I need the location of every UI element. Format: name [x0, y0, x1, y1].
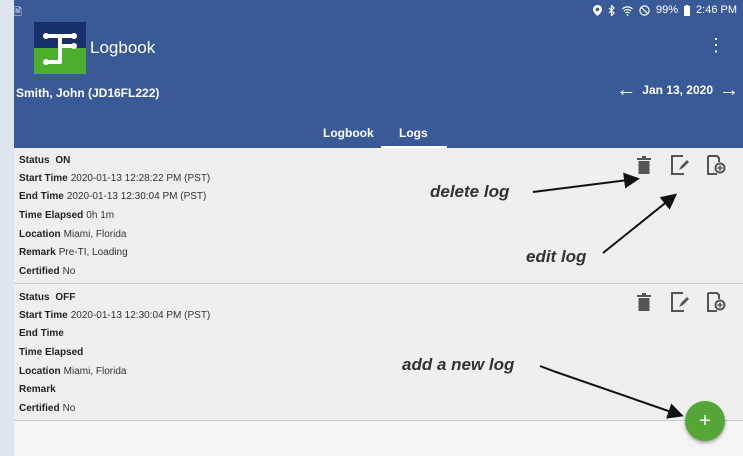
delete-log-button[interactable]: [633, 154, 655, 176]
log-location: Location Miami, Florida: [19, 366, 127, 377]
annotation-delete-log: delete log: [430, 182, 510, 201]
log-actions: [633, 291, 727, 313]
edit-log-button[interactable]: [669, 291, 691, 313]
log-time-elapsed: Time Elapsed 0h 1m: [19, 210, 115, 221]
status-bar: 🖹 99% 2:46 PM: [14, 0, 743, 22]
delete-log-button[interactable]: [633, 291, 655, 313]
block-icon: [639, 4, 650, 16]
screen: 🖹 99% 2:46 PM Logbook ⋮ Smith, John (JD1…: [0, 0, 743, 456]
log-certified: Certified No: [19, 403, 76, 414]
notification-icon: 🖹: [14, 7, 23, 18]
battery-percent: 99%: [656, 4, 679, 16]
log-start-time: Start Time 2020-01-13 12:30:04 PM (PST): [19, 310, 211, 321]
log-remark: Remark Pre-TI, Loading: [19, 247, 128, 258]
background-strip: [0, 0, 14, 456]
driver-name: Smith, John (JD16FL222): [16, 86, 160, 100]
current-date: Jan 13, 2020: [642, 83, 713, 97]
log-status: Status OFF: [19, 292, 76, 303]
add-log-fab-button[interactable]: +: [685, 401, 725, 441]
log-actions: [633, 154, 727, 176]
edit-log-button[interactable]: [669, 154, 691, 176]
date-navigator: ← Jan 13, 2020 →: [616, 80, 739, 100]
add-document-icon: [707, 155, 726, 175]
tab-logbook[interactable]: Logbook: [323, 126, 374, 140]
empty-area: [14, 422, 743, 456]
tab-logs[interactable]: Logs: [381, 126, 447, 149]
log-card: Status OFF Start Time 2020-01-13 12:30:04…: [14, 285, 743, 421]
previous-day-arrow-icon[interactable]: ←: [616, 80, 636, 100]
edit-icon: [671, 292, 689, 312]
trash-icon: [637, 156, 651, 174]
trash-icon: [637, 293, 651, 311]
battery-icon: [684, 4, 691, 16]
next-day-arrow-icon[interactable]: →: [719, 80, 739, 100]
annotation-edit-log: edit log: [526, 247, 587, 266]
overflow-menu-icon[interactable]: ⋮: [707, 36, 725, 54]
edit-icon: [671, 155, 689, 175]
log-time-elapsed: Time Elapsed: [19, 347, 84, 358]
location-icon: [593, 4, 602, 16]
app-logo-icon: [34, 22, 86, 74]
log-card: Status ON Start Time 2020-01-13 12:28:22 …: [14, 148, 743, 284]
app-bar: 🖹 99% 2:46 PM Logbook ⋮ Smith, John (JD1…: [14, 0, 743, 149]
clock: 2:46 PM: [696, 4, 737, 16]
log-start-time: Start Time 2020-01-13 12:28:22 PM (PST): [19, 173, 211, 184]
bluetooth-icon: [608, 4, 615, 16]
wifi-icon: [622, 5, 633, 16]
log-location: Location Miami, Florida: [19, 229, 127, 240]
add-document-icon: [707, 292, 726, 312]
app-title: Logbook: [90, 38, 156, 57]
tab-bar: Logbook Logs: [14, 118, 743, 149]
log-end-time: End Time: [19, 328, 64, 339]
log-certified: Certified No: [19, 266, 76, 277]
log-end-time: End Time 2020-01-13 12:30:04 PM (PST): [19, 191, 207, 202]
log-status: Status ON: [19, 155, 71, 166]
add-log-button[interactable]: [705, 154, 727, 176]
add-log-button[interactable]: [705, 291, 727, 313]
log-remark: Remark: [19, 384, 56, 395]
status-icons: 99% 2:46 PM: [593, 4, 737, 16]
annotation-add-new-log: add a new log: [402, 355, 515, 374]
